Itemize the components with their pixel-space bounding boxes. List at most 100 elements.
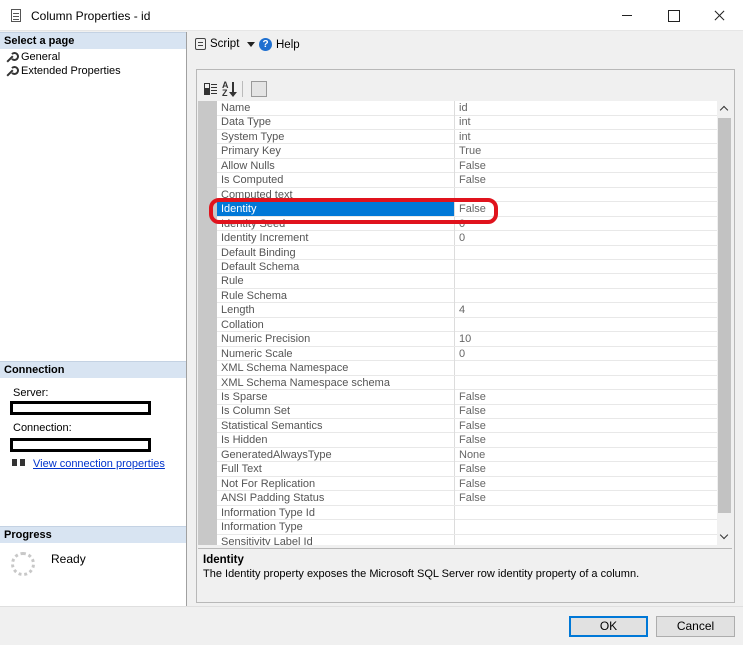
property-value[interactable]: None xyxy=(456,448,717,462)
property-pages-icon[interactable] xyxy=(251,81,267,97)
property-row[interactable]: Computed text xyxy=(217,187,717,203)
property-row[interactable]: Rule xyxy=(217,274,717,289)
connection-header: Connection xyxy=(0,361,186,378)
property-name: Statistical Semantics xyxy=(217,418,455,433)
property-row[interactable]: Information Type Id xyxy=(217,505,717,521)
property-value[interactable] xyxy=(456,318,717,332)
property-value[interactable] xyxy=(456,520,717,534)
property-row[interactable]: Is Sparse False xyxy=(217,390,717,405)
cancel-button[interactable]: Cancel xyxy=(656,616,735,637)
property-row[interactable]: Rule Schema xyxy=(217,288,717,304)
property-value[interactable]: False xyxy=(456,462,717,476)
property-row[interactable]: Statistical Semantics False xyxy=(217,418,717,434)
property-row[interactable]: System Type int xyxy=(217,129,717,145)
property-name: Identity Increment xyxy=(217,231,455,246)
description-text: The Identity property exposes the Micros… xyxy=(203,568,640,580)
dialog-icon xyxy=(11,9,21,22)
property-value[interactable] xyxy=(456,535,717,546)
property-value[interactable]: False xyxy=(456,419,717,433)
property-row[interactable]: Identity False xyxy=(217,202,717,217)
property-value[interactable] xyxy=(456,246,717,260)
property-name: Collation xyxy=(217,317,455,332)
view-connection-properties-link[interactable]: View connection properties xyxy=(33,458,165,470)
property-value[interactable]: False xyxy=(456,202,717,216)
property-value[interactable]: 0 xyxy=(456,217,717,231)
property-value[interactable] xyxy=(456,188,717,202)
property-value[interactable]: False xyxy=(456,404,717,418)
ok-button[interactable]: OK xyxy=(569,616,648,637)
property-value[interactable]: int xyxy=(456,130,717,144)
property-row[interactable]: Sensitivity Label Id xyxy=(217,534,717,546)
categorized-icon[interactable] xyxy=(202,81,218,97)
property-value[interactable]: id xyxy=(456,101,717,115)
property-row[interactable]: GeneratedAlwaysType None xyxy=(217,447,717,463)
property-value[interactable]: False xyxy=(456,491,717,505)
property-row[interactable]: Identity Seed 0 xyxy=(217,216,717,232)
property-row[interactable]: ANSI Padding Status False xyxy=(217,491,717,506)
property-value[interactable]: False xyxy=(456,477,717,491)
alphabetical-sort-icon[interactable]: AZ xyxy=(222,81,238,98)
property-value[interactable]: int xyxy=(456,115,717,129)
property-name: Identity Seed xyxy=(217,216,455,231)
property-row[interactable]: Numeric Scale 0 xyxy=(217,346,717,362)
property-row[interactable]: Identity Increment 0 xyxy=(217,231,717,246)
property-row[interactable]: Information Type xyxy=(217,520,717,535)
property-row[interactable]: Allow Nulls False xyxy=(217,158,717,174)
toolbar: Script ? Help xyxy=(188,32,743,58)
property-name: Rule Schema xyxy=(217,288,455,303)
property-row[interactable]: Not For Replication False xyxy=(217,476,717,492)
property-value[interactable]: True xyxy=(456,144,717,158)
property-row[interactable]: Data Type int xyxy=(217,115,717,130)
property-name: XML Schema Namespace schema xyxy=(217,375,455,390)
property-name: GeneratedAlwaysType xyxy=(217,447,455,462)
page-item-extended-properties[interactable]: Extended Properties xyxy=(5,64,121,78)
property-name: Not For Replication xyxy=(217,476,455,491)
property-value[interactable]: 10 xyxy=(456,332,717,346)
script-button[interactable]: Script xyxy=(195,38,256,50)
property-row[interactable]: Length 4 xyxy=(217,303,717,318)
property-row[interactable]: Is Hidden False xyxy=(217,433,717,448)
scroll-thumb[interactable] xyxy=(718,118,731,513)
minimize-button[interactable] xyxy=(604,0,650,30)
property-value[interactable] xyxy=(456,260,717,274)
connection-label: Connection: xyxy=(13,422,72,434)
property-value[interactable]: False xyxy=(456,159,717,173)
title-bar: Column Properties - id xyxy=(0,0,743,31)
chevron-down-icon[interactable] xyxy=(247,41,256,47)
property-row[interactable]: Default Schema xyxy=(217,259,717,275)
property-name: Computed text xyxy=(217,187,455,202)
property-row[interactable]: Is Computed False xyxy=(217,173,717,188)
property-value[interactable]: 0 xyxy=(456,231,717,245)
property-value[interactable] xyxy=(456,506,717,520)
property-row[interactable]: Default Binding xyxy=(217,245,717,260)
property-value[interactable]: False xyxy=(456,173,717,187)
page-item-general[interactable]: General xyxy=(5,50,60,64)
property-row[interactable]: Full Text False xyxy=(217,462,717,477)
property-row[interactable]: Primary Key True xyxy=(217,144,717,159)
property-row[interactable]: Name id xyxy=(217,101,717,116)
property-grid[interactable]: Name id Data Type int System Type int Primary … xyxy=(198,101,717,545)
close-button[interactable] xyxy=(696,0,742,30)
property-value[interactable]: 0 xyxy=(456,347,717,361)
property-grid-scrollbar[interactable] xyxy=(717,101,732,545)
help-button[interactable]: ? Help xyxy=(259,38,300,51)
scroll-down-arrow-icon[interactable] xyxy=(717,529,732,545)
property-value[interactable] xyxy=(456,274,717,288)
property-value[interactable] xyxy=(456,361,717,375)
property-name: Information Type xyxy=(217,520,455,535)
scroll-up-arrow-icon[interactable] xyxy=(717,101,732,117)
property-row[interactable]: Is Column Set False xyxy=(217,404,717,419)
property-row[interactable]: Collation xyxy=(217,317,717,333)
description-pane: Identity The Identity property exposes t… xyxy=(198,548,732,595)
property-value[interactable] xyxy=(456,376,717,390)
property-row[interactable]: Numeric Precision 10 xyxy=(217,332,717,347)
property-value[interactable]: False xyxy=(456,390,717,404)
property-row[interactable]: XML Schema Namespace xyxy=(217,361,717,376)
property-value[interactable]: False xyxy=(456,433,717,447)
property-row[interactable]: XML Schema Namespace schema xyxy=(217,375,717,391)
maximize-button[interactable] xyxy=(650,0,696,30)
script-icon xyxy=(195,38,206,50)
view-connection-properties[interactable]: View connection properties xyxy=(11,457,165,470)
property-value[interactable] xyxy=(456,289,717,303)
property-value[interactable]: 4 xyxy=(456,303,717,317)
